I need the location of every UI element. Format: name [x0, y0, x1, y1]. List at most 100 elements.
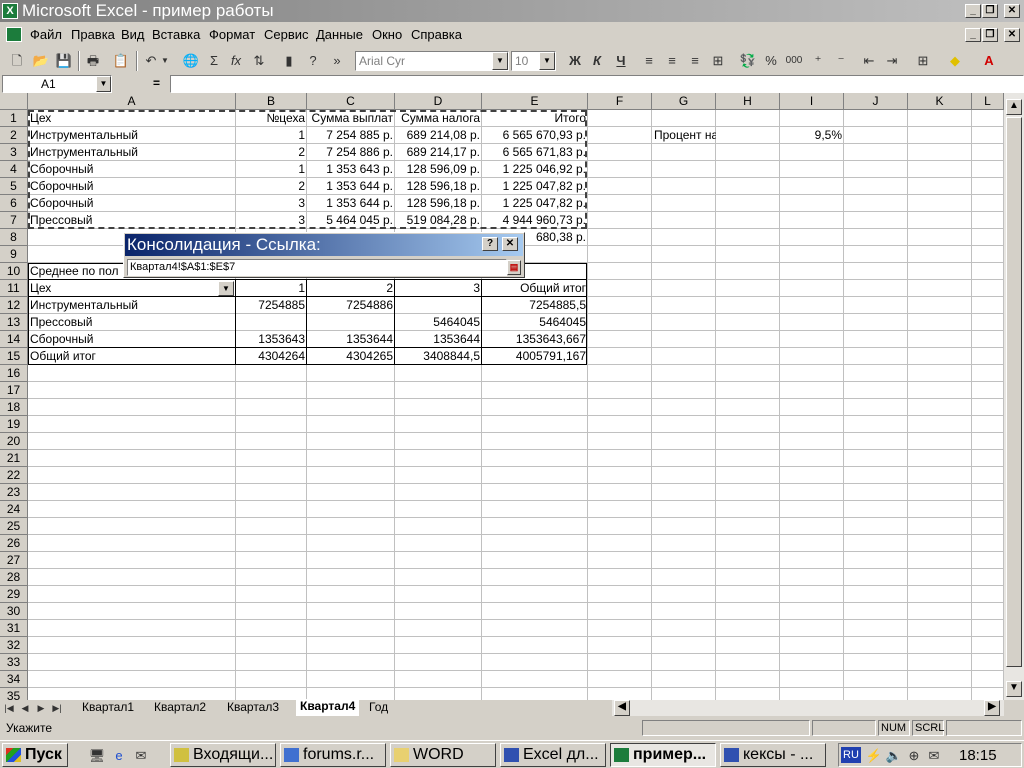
row-header-18[interactable]: 18 [0, 399, 28, 416]
cell-c11[interactable]: 2 [307, 280, 395, 297]
menu-data[interactable]: Данные [316, 27, 363, 42]
cell-a1[interactable]: Цех [28, 110, 236, 127]
cell-a7[interactable]: Прессовый [28, 212, 236, 229]
name-box[interactable]: A1 ▼ [2, 75, 112, 93]
horizontal-scrollbar[interactable]: ◀ ▶ [612, 700, 1004, 716]
column-header-j[interactable]: J [844, 93, 908, 110]
cell-c1[interactable]: Сумма выплат [307, 110, 395, 127]
scroll-right-icon[interactable]: ▶ [984, 700, 1000, 716]
taskbar-item-keksy[interactable]: кексы - ... [720, 743, 826, 767]
taskbar-item-word-folder[interactable]: WORD [390, 743, 496, 767]
cell-c5[interactable]: 1 353 644 р. [307, 178, 395, 195]
cell-d15[interactable]: 3408844,5 [395, 348, 482, 365]
bold-button[interactable]: Ж [564, 50, 586, 72]
decrease-decimal-icon[interactable]: ⁻ [830, 50, 852, 72]
more-buttons-icon[interactable]: » [330, 50, 344, 72]
cell-e2[interactable]: 6 565 670,93 р. [482, 127, 588, 144]
cell-e14[interactable]: 1353643,667 [482, 331, 588, 348]
expand-dialog-icon[interactable]: ▤ [507, 260, 521, 275]
consolidate-reference-dialog[interactable]: Консолидация - Ссылка: ? ✕ Квартал4!$A$1… [123, 232, 525, 278]
row-header-25[interactable]: 25 [0, 518, 28, 535]
cell-a15[interactable]: Общий итог [28, 348, 236, 365]
column-header-k[interactable]: K [908, 93, 972, 110]
italic-button[interactable]: К [586, 50, 608, 72]
align-left-icon[interactable]: ≡ [638, 50, 660, 72]
row-header-28[interactable]: 28 [0, 569, 28, 586]
row-header-19[interactable]: 19 [0, 416, 28, 433]
increase-decimal-icon[interactable]: ⁺ [807, 50, 829, 72]
language-indicator[interactable]: RU [841, 747, 861, 763]
cell-e12[interactable]: 7254885,5 [482, 297, 588, 314]
row-header-23[interactable]: 23 [0, 484, 28, 501]
taskbar-item-example[interactable]: пример... [610, 743, 716, 767]
cell-c3[interactable]: 7 254 886 р. [307, 144, 395, 161]
menu-help[interactable]: Справка [411, 27, 462, 42]
excel-icon[interactable]: X [2, 3, 18, 19]
cell-a12[interactable]: Инструментальный [28, 297, 236, 314]
row-header-33[interactable]: 33 [0, 654, 28, 671]
cell-d6[interactable]: 128 596,18 р. [395, 195, 482, 212]
maximize-button[interactable]: ❐ [982, 4, 998, 18]
scroll-up-icon[interactable]: ▲ [1006, 99, 1022, 115]
column-header-f[interactable]: F [588, 93, 652, 110]
font-size-combo[interactable]: 10 ▼ [511, 51, 556, 71]
row-header-16[interactable]: 16 [0, 365, 28, 382]
formula-input[interactable] [170, 75, 1024, 93]
hyperlink-icon[interactable]: 🌐 [180, 50, 202, 72]
cell-d14[interactable]: 1353644 [395, 331, 482, 348]
column-header-h[interactable]: H [716, 93, 780, 110]
row-header-7[interactable]: 7 [0, 212, 28, 229]
scroll-left-icon[interactable]: ◀ [614, 700, 630, 716]
close-button[interactable]: ✕ [1004, 4, 1020, 18]
cell-a13[interactable]: Прессовый [28, 314, 236, 331]
cell-e15[interactable]: 4005791,167 [482, 348, 588, 365]
cell-b14[interactable]: 1353643 [236, 331, 307, 348]
cell-b7[interactable]: 3 [236, 212, 307, 229]
row-header-15[interactable]: 15 [0, 348, 28, 365]
sheet-tab-1[interactable]: Квартал1 [82, 700, 134, 716]
column-header-b[interactable]: B [236, 93, 307, 110]
cell-a11[interactable]: Цех [28, 280, 236, 297]
open-icon[interactable]: 📂 [30, 50, 52, 72]
column-header-l[interactable]: L [972, 93, 1004, 110]
row-header-26[interactable]: 26 [0, 535, 28, 552]
autosum-icon[interactable]: Σ [203, 50, 225, 72]
menu-edit[interactable]: Правка [71, 27, 115, 42]
cell-d5[interactable]: 128 596,18 р. [395, 178, 482, 195]
cell-a2[interactable]: Инструментальный [28, 127, 236, 144]
row-header-29[interactable]: 29 [0, 586, 28, 603]
align-right-icon[interactable]: ≡ [684, 50, 706, 72]
sort-icon[interactable]: ⇅ [248, 50, 270, 72]
dialog-help-button[interactable]: ? [482, 237, 498, 251]
chart-icon[interactable]: ▮ [278, 50, 300, 72]
doc-restore-button[interactable]: ❐ [982, 28, 998, 42]
network-icon[interactable]: ⊕ [903, 745, 925, 767]
cell-e13[interactable]: 5464045 [482, 314, 588, 331]
borders-icon[interactable]: ⊞ [912, 50, 934, 72]
taskbar-item-excel-doc[interactable]: Excel дл... [500, 743, 606, 767]
column-header-d[interactable]: D [395, 93, 482, 110]
cell-e5[interactable]: 1 225 047,82 р. [482, 178, 588, 195]
cell-b4[interactable]: 1 [236, 161, 307, 178]
row-header-24[interactable]: 24 [0, 501, 28, 518]
row-header-13[interactable]: 13 [0, 314, 28, 331]
row-header-3[interactable]: 3 [0, 144, 28, 161]
cell-d11[interactable]: 3 [395, 280, 482, 297]
row-header-14[interactable]: 14 [0, 331, 28, 348]
spreadsheet-grid[interactable]: A B C D E F G H I J K L 1 2 3 4 5 6 7 8 9 10 11 12 13 14 15 16 17 18 1… [0, 93, 1004, 700]
row-header-34[interactable]: 34 [0, 671, 28, 688]
cell-a6[interactable]: Сборочный [28, 195, 236, 212]
cell-e3[interactable]: 6 565 671,83 р. [482, 144, 588, 161]
dialog-close-button[interactable]: ✕ [502, 237, 518, 251]
cell-a4[interactable]: Сборочный [28, 161, 236, 178]
mail-icon[interactable]: ✉ [923, 745, 945, 767]
row-header-8[interactable]: 8 [0, 229, 28, 246]
column-header-g[interactable]: G [652, 93, 716, 110]
cell-d1[interactable]: Сумма налога [395, 110, 482, 127]
first-sheet-icon[interactable]: |◀ [2, 700, 16, 716]
start-button[interactable]: Пуск [2, 743, 68, 767]
vertical-scrollbar[interactable]: ▲ ▼ [1004, 93, 1024, 700]
chevron-down-icon[interactable]: ▼ [96, 76, 111, 92]
cell-c14[interactable]: 1353644 [307, 331, 395, 348]
cell-e7[interactable]: 4 944 960,73 р. [482, 212, 588, 229]
